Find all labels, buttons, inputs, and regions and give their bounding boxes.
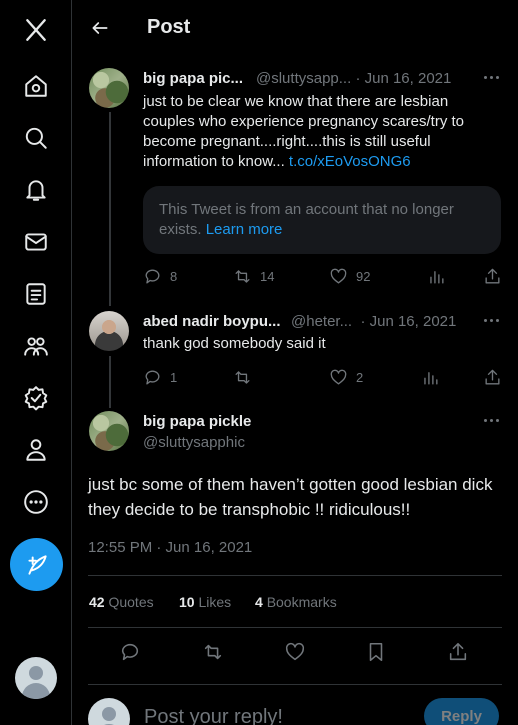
- share-icon: [449, 642, 467, 661]
- quotes-label: Quotes: [108, 594, 154, 610]
- avatar[interactable]: [89, 411, 129, 451]
- post-actions: 1 2: [143, 365, 503, 389]
- reply-icon: [145, 370, 160, 385]
- reply-count: 8: [170, 268, 178, 284]
- divider: [88, 684, 502, 685]
- repost-icon: [235, 370, 250, 384]
- author-handle[interactable]: @heter... · Jun 16, 2021: [291, 313, 456, 330]
- views-icon: [430, 270, 444, 284]
- handle-text: @heter...: [291, 313, 353, 330]
- bookmarks-count: 4: [255, 594, 263, 610]
- learn-more-link[interactable]: Learn more: [206, 221, 283, 238]
- more-options-icon[interactable]: [478, 67, 504, 87]
- main-post-actions: [88, 640, 502, 670]
- post-actions: 8 14 92: [143, 264, 503, 288]
- bookmark-button[interactable]: [365, 640, 387, 664]
- author-name[interactable]: big papa pickle: [143, 413, 251, 430]
- bookmarks-stat[interactable]: 4 Bookmarks: [255, 594, 337, 610]
- quotes-stat[interactable]: 42 Quotes: [89, 594, 154, 610]
- post-date: · Jun 16, 2021: [360, 313, 457, 330]
- divider: [88, 627, 502, 628]
- reply-icon: [145, 269, 160, 284]
- search-icon[interactable]: [14, 116, 58, 160]
- repost-count: 14: [260, 268, 275, 284]
- header: Post: [72, 0, 518, 56]
- like-count: 2: [356, 369, 364, 385]
- share-button[interactable]: [483, 365, 502, 389]
- like-count: 92: [356, 268, 371, 284]
- post-timestamp[interactable]: 12:55 PM · Jun 16, 2021: [88, 539, 252, 556]
- repost-icon: [235, 269, 250, 283]
- post-link[interactable]: t.co/xEoVosONG6: [289, 153, 411, 170]
- like-button[interactable]: 92: [329, 264, 370, 288]
- communities-icon[interactable]: [14, 324, 58, 368]
- author-name[interactable]: big papa pic...: [143, 70, 243, 87]
- likes-label: Likes: [198, 594, 232, 610]
- repost-button[interactable]: [202, 640, 224, 664]
- notifications-icon[interactable]: [14, 168, 58, 212]
- like-button[interactable]: 2: [329, 365, 363, 389]
- heart-icon: [285, 642, 305, 661]
- reply-icon: [121, 643, 139, 661]
- repost-icon: [204, 644, 222, 660]
- handle-text: @sluttysapp...: [256, 70, 352, 87]
- x-logo-icon[interactable]: [14, 8, 58, 52]
- more-options-icon[interactable]: [478, 310, 504, 330]
- share-icon: [485, 369, 500, 385]
- like-button[interactable]: [284, 640, 306, 664]
- back-arrow-icon[interactable]: [82, 10, 118, 46]
- views-button[interactable]: [427, 264, 446, 288]
- avatar[interactable]: [89, 311, 129, 351]
- reply-button[interactable]: 1: [143, 365, 177, 389]
- compose-post-icon[interactable]: [10, 538, 63, 591]
- profile-icon[interactable]: [14, 428, 58, 472]
- quotes-count: 42: [89, 594, 105, 610]
- share-button[interactable]: [483, 264, 502, 288]
- post-text: just to be clear we know that there are …: [143, 92, 501, 172]
- verified-icon[interactable]: [14, 376, 58, 420]
- account-avatar[interactable]: [15, 657, 57, 699]
- more-options-icon[interactable]: [478, 410, 504, 430]
- more-icon[interactable]: [14, 480, 58, 524]
- views-icon: [424, 371, 438, 385]
- sidebar: [0, 0, 72, 725]
- home-icon[interactable]: [14, 64, 58, 108]
- heart-icon: [330, 369, 347, 385]
- reply-button[interactable]: 8: [143, 264, 177, 288]
- bookmark-icon: [369, 642, 383, 662]
- avatar-head: [29, 666, 43, 680]
- author-handle[interactable]: @sluttysapphic: [143, 434, 245, 451]
- main-column: Post big papa pic... @sluttysapp... · Ju…: [72, 0, 518, 725]
- divider: [88, 575, 502, 576]
- views-button[interactable]: [421, 365, 440, 389]
- avatar[interactable]: [89, 68, 129, 108]
- reply-count: 1: [170, 369, 178, 385]
- likes-count: 10: [179, 594, 195, 610]
- repost-button[interactable]: 14: [233, 264, 274, 288]
- thread-line: [109, 356, 111, 408]
- bookmarks-label: Bookmarks: [266, 594, 337, 610]
- author-name[interactable]: abed nadir boypu...: [143, 313, 281, 330]
- reply-avatar[interactable]: [88, 698, 130, 725]
- avatar-head: [102, 707, 116, 721]
- lists-icon[interactable]: [14, 272, 58, 316]
- main-post-text: just bc some of them haven’t gotten good…: [88, 475, 493, 519]
- post-text: thank god somebody said it: [143, 335, 326, 352]
- reply-button[interactable]: [119, 640, 141, 664]
- author-handle[interactable]: @sluttysapp... · Jun 16, 2021: [256, 70, 451, 87]
- messages-icon[interactable]: [14, 220, 58, 264]
- repost-button[interactable]: [233, 365, 260, 389]
- share-icon: [485, 268, 500, 284]
- post-date: · Jun 16, 2021: [355, 70, 452, 87]
- quoted-tweet-unavailable: This Tweet is from an account that no lo…: [143, 186, 501, 254]
- page-title: Post: [147, 16, 191, 38]
- thread-line: [109, 112, 111, 306]
- likes-stat[interactable]: 10 Likes: [179, 594, 231, 610]
- share-button[interactable]: [447, 640, 469, 664]
- heart-icon: [330, 268, 347, 284]
- reply-submit-button[interactable]: Reply: [424, 698, 499, 725]
- reply-input[interactable]: [144, 702, 414, 725]
- quoted-notice-text: This Tweet is from an account that no lo…: [159, 201, 454, 238]
- avatar-body: [22, 683, 50, 699]
